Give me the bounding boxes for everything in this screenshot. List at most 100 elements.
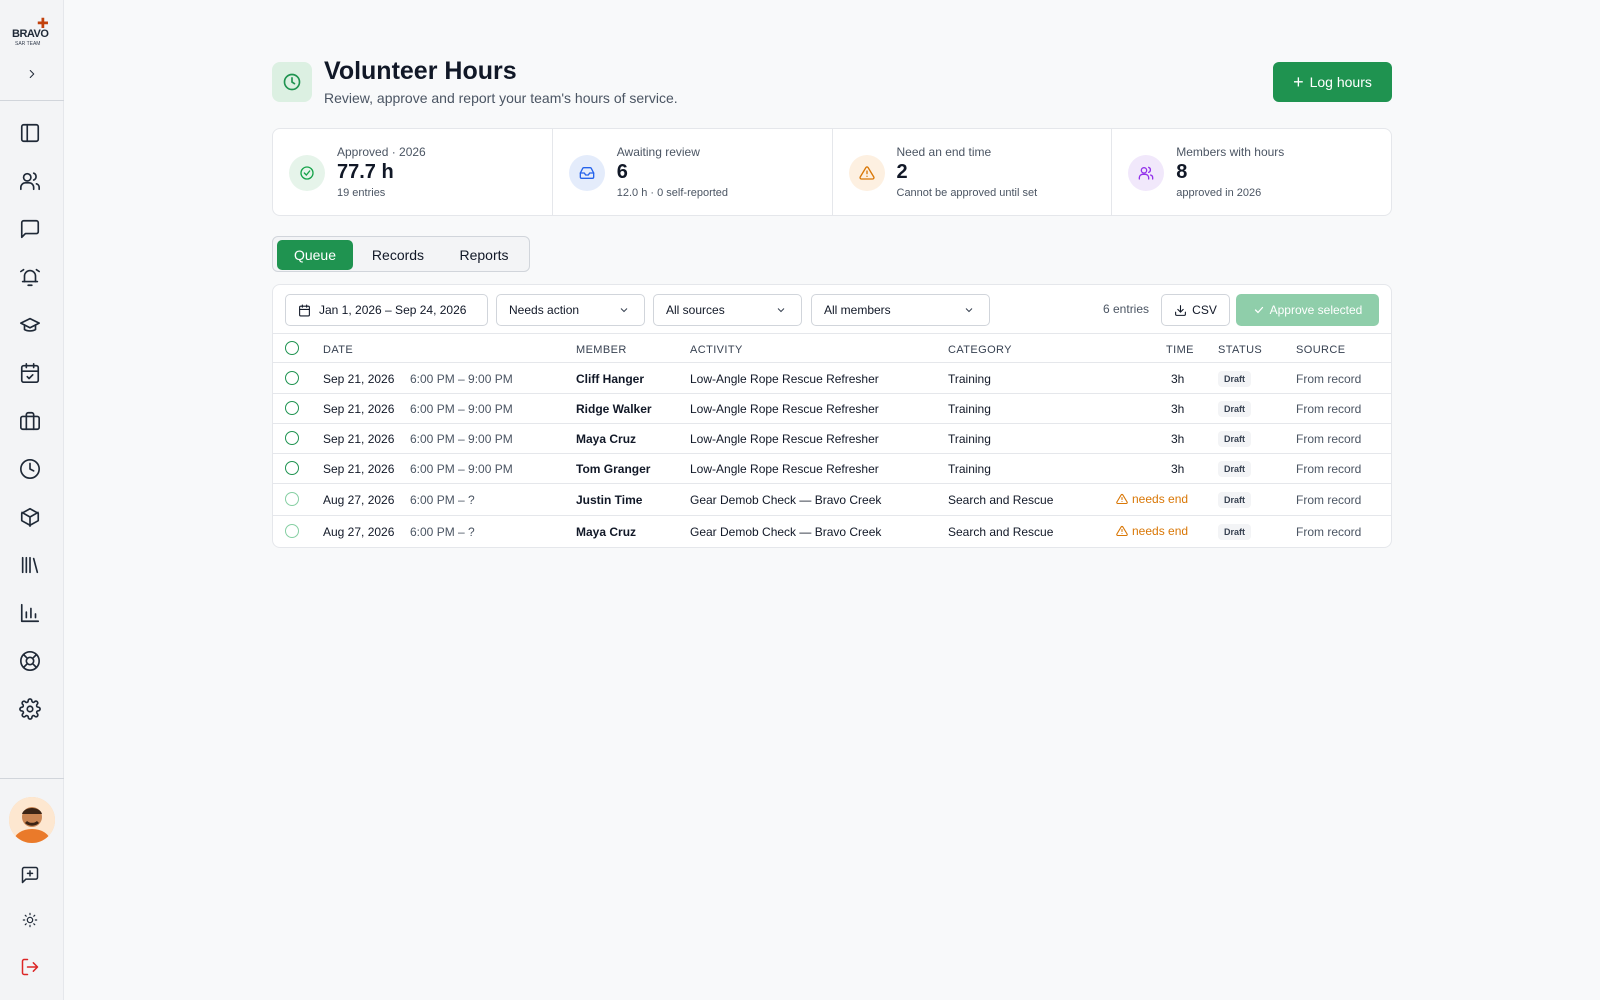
briefcase-icon[interactable]: [17, 408, 43, 434]
row-time: 3h: [1171, 402, 1185, 416]
alarm-icon[interactable]: [17, 264, 43, 290]
log-hours-label: Log hours: [1309, 74, 1372, 90]
row-activity: Low-Angle Rope Rescue Refresher: [690, 402, 879, 416]
table-header: DATE MEMBER ACTIVITY CATEGORY TIME STATU…: [273, 333, 1391, 363]
stat-value: 77.7 h: [337, 161, 394, 183]
table-row[interactable]: Aug 27, 2026 6:00 PM – ? Maya Cruz Gear …: [273, 516, 1391, 547]
tab-records[interactable]: Records: [355, 240, 441, 270]
row-member: Maya Cruz: [576, 432, 637, 446]
date-range-picker[interactable]: Jan 1, 2026 – Sep 24, 2026: [285, 294, 488, 326]
source-filter-select[interactable]: All sources: [653, 294, 802, 326]
status-badge: Draft: [1218, 371, 1252, 387]
column-member[interactable]: MEMBER: [576, 344, 627, 356]
row-date: Sep 21, 2026: [323, 432, 395, 446]
table-row[interactable]: Sep 21, 2026 6:00 PM – 9:00 PM Cliff Han…: [273, 364, 1391, 394]
column-source[interactable]: SOURCE: [1296, 344, 1345, 356]
stat-value: 2: [896, 161, 908, 183]
approve-selected-button[interactable]: Approve selected: [1236, 294, 1379, 326]
tab-reports[interactable]: Reports: [441, 240, 527, 270]
row-category: Training: [948, 372, 991, 386]
column-status[interactable]: STATUS: [1218, 344, 1262, 356]
users-icon[interactable]: [17, 168, 43, 194]
expand-sidebar-chevron-icon[interactable]: [22, 64, 42, 84]
row-select-checkbox[interactable]: [285, 401, 299, 415]
row-time: 3h: [1171, 462, 1185, 476]
check-circle-icon: [289, 155, 325, 191]
chevron-down-icon: [620, 308, 628, 313]
logout-icon[interactable]: [17, 954, 43, 980]
chevron-down-icon: [965, 308, 973, 313]
chevron-down-icon: [777, 308, 785, 313]
table-row[interactable]: Sep 21, 2026 6:00 PM – 9:00 PM Maya Cruz…: [273, 424, 1391, 454]
select-all-checkbox[interactable]: [285, 341, 299, 355]
page-subtitle: Review, approve and report your team's h…: [324, 90, 678, 106]
date-range-value: Jan 1, 2026 – Sep 24, 2026: [319, 303, 467, 317]
row-date: Aug 27, 2026: [323, 525, 395, 539]
row-category: Search and Rescue: [948, 525, 1054, 539]
warning-icon: [848, 155, 885, 191]
row-time-range: 6:00 PM – 9:00 PM: [410, 402, 513, 416]
row-source: From record: [1296, 372, 1362, 386]
graduation-cap-icon[interactable]: [17, 312, 43, 338]
clock-icon[interactable]: [17, 456, 43, 482]
members-filter-select[interactable]: All members: [811, 294, 990, 326]
stat-value: 6: [616, 161, 628, 183]
warning-icon: [1116, 525, 1128, 537]
sun-icon[interactable]: [17, 907, 43, 933]
csv-export-button[interactable]: CSV: [1161, 294, 1230, 326]
row-source: From record: [1296, 432, 1362, 446]
feedback-icon[interactable]: [17, 862, 43, 888]
row-time-range: 6:00 PM – 9:00 PM: [410, 372, 513, 386]
table-row[interactable]: Sep 21, 2026 6:00 PM – 9:00 PM Tom Grang…: [273, 454, 1391, 484]
column-date[interactable]: DATE: [323, 344, 353, 356]
row-time: 3h: [1171, 432, 1185, 446]
row-member: Maya Cruz: [576, 525, 637, 539]
package-icon[interactable]: [17, 504, 43, 530]
life-buoy-icon[interactable]: [17, 648, 43, 674]
row-activity: Low-Angle Rope Rescue Refresher: [690, 462, 879, 476]
library-icon[interactable]: [17, 552, 43, 578]
stat-sub: Cannot be approved until set: [896, 187, 1038, 199]
stat-label: Awaiting review: [616, 145, 700, 159]
row-select-checkbox[interactable]: [285, 371, 299, 385]
row-member: Tom Granger: [576, 462, 651, 476]
stats-bar: Approved · 2026 77.7 h 19 entries Awaiti…: [272, 128, 1392, 216]
row-member: Justin Time: [576, 493, 643, 507]
team-logo[interactable]: ✚ BRAVO SAR TEAM: [11, 16, 51, 48]
chat-icon[interactable]: [17, 216, 43, 242]
log-hours-button[interactable]: + Log hours: [1273, 62, 1392, 102]
column-activity[interactable]: ACTIVITY: [690, 344, 743, 356]
hours-queue-table: Jan 1, 2026 – Sep 24, 2026 Needs action …: [272, 284, 1392, 548]
status-filter-select[interactable]: Needs action: [496, 294, 645, 326]
csv-label: CSV: [1192, 303, 1217, 317]
tab-queue[interactable]: Queue: [277, 240, 353, 270]
row-time-range: 6:00 PM – 9:00 PM: [410, 432, 513, 446]
row-category: Training: [948, 462, 991, 476]
column-category[interactable]: CATEGORY: [948, 344, 1012, 356]
status-filter-value: Needs action: [509, 303, 580, 317]
download-icon: [1175, 304, 1187, 316]
row-source: From record: [1296, 402, 1362, 416]
table-row[interactable]: Aug 27, 2026 6:00 PM – ? Justin Time Gea…: [273, 484, 1391, 516]
row-time-range: 6:00 PM – ?: [410, 493, 475, 507]
stat-awaiting-review: Awaiting review 6 12.0 h · 0 self-report…: [553, 129, 833, 215]
row-select-checkbox[interactable]: [285, 431, 299, 445]
row-activity: Low-Angle Rope Rescue Refresher: [690, 432, 879, 446]
panel-icon[interactable]: [17, 120, 43, 146]
status-badge: Draft: [1218, 401, 1252, 417]
calendar-check-icon[interactable]: [17, 360, 43, 386]
view-tabs: Queue Records Reports: [272, 236, 530, 272]
stat-approved: Approved · 2026 77.7 h 19 entries: [273, 129, 553, 215]
needs-end-warning: needs end: [1116, 492, 1188, 506]
avatar[interactable]: [9, 797, 55, 843]
row-select-checkbox[interactable]: [285, 524, 299, 538]
table-row[interactable]: Sep 21, 2026 6:00 PM – 9:00 PM Ridge Wal…: [273, 394, 1391, 424]
column-time[interactable]: TIME: [1166, 344, 1194, 356]
row-select-checkbox[interactable]: [285, 461, 299, 475]
row-source: From record: [1296, 462, 1362, 476]
gear-icon[interactable]: [17, 696, 43, 722]
bar-chart-icon[interactable]: [17, 600, 43, 626]
row-activity: Low-Angle Rope Rescue Refresher: [690, 372, 879, 386]
row-time-range: 6:00 PM – 9:00 PM: [410, 462, 513, 476]
row-select-checkbox[interactable]: [285, 492, 299, 506]
